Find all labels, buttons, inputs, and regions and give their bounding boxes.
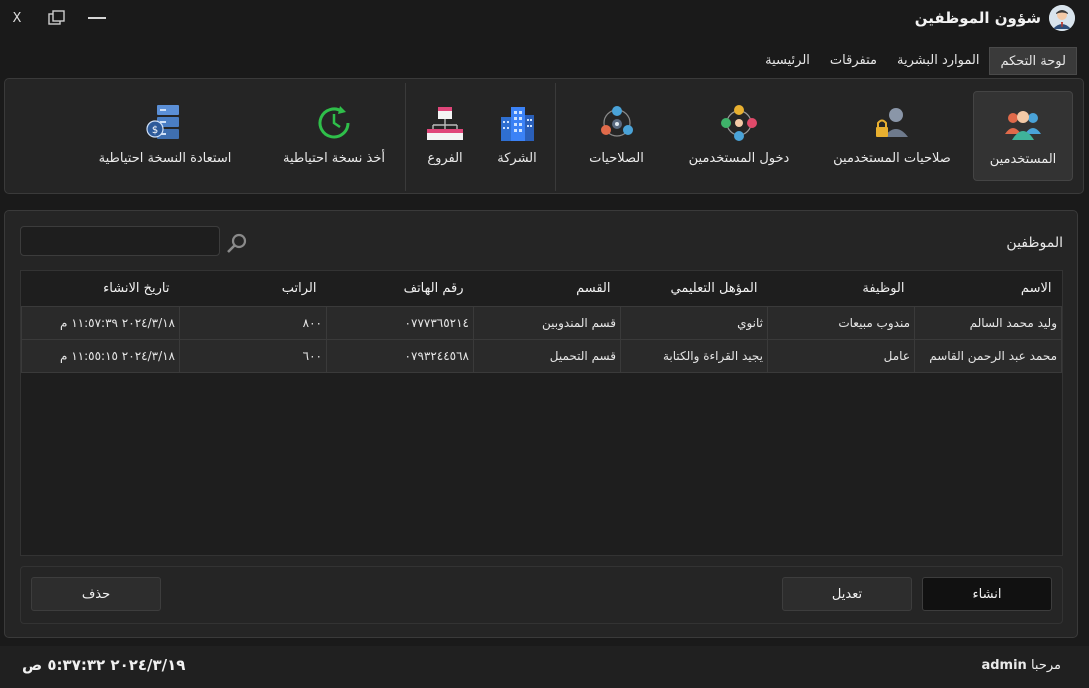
company-label: الشركة — [497, 151, 537, 166]
welcome-label: مرحبا — [1030, 658, 1061, 673]
column-header[interactable]: رقم الهاتف — [326, 271, 474, 306]
close-icon: X — [12, 10, 22, 26]
permissions-button[interactable]: الصلاحيات — [569, 91, 664, 181]
backup-button[interactable]: أخذ نسخة احتياطية — [269, 91, 399, 181]
column-header[interactable]: القسم — [473, 271, 621, 306]
table-header-row: الاسم الوظيفة المؤهل التعليمي القسم رقم … — [21, 271, 1062, 306]
table-row[interactable]: محمد عبد الرحمن القاسم عامل يجيد القراءة… — [21, 338, 1062, 373]
ribbon-separator — [555, 83, 556, 191]
backup-label: أخذ نسخة احتياطية — [282, 151, 385, 166]
delete-button[interactable]: حذف — [31, 577, 161, 611]
restore-backup-button[interactable]: $ استعادة النسخة احتياطية — [85, 91, 245, 181]
close-button[interactable]: X — [2, 6, 32, 30]
user-permissions-label: صلاحيات المستخدمين — [833, 151, 951, 166]
svg-text:$: $ — [152, 125, 158, 136]
table-cell[interactable]: محمد عبد الرحمن القاسم — [914, 338, 1062, 373]
table-cell[interactable]: ثانوي — [620, 305, 768, 340]
restore-icon — [48, 10, 65, 25]
welcome-text: مرحبا admin — [981, 658, 1061, 673]
employees-panel: الموظفين الاسم الوظيفة المؤهل التعليمي ا… — [4, 210, 1078, 638]
user-lock-icon — [876, 108, 908, 137]
table-cell[interactable]: ٠٧٩٣٢٤٤٥٦٨ — [326, 338, 474, 373]
table-cell[interactable]: مندوب مبيعات — [767, 305, 915, 340]
table-cell[interactable]: قسم المندوبين — [473, 305, 621, 340]
restore-button[interactable] — [42, 6, 72, 30]
table-cell[interactable]: ٠٧٧٧٣٦٥٢١٤ — [326, 305, 474, 340]
status-bar: مرحبا admin ٢٠٢٤/٣/١٩ ٥:٣٧:٣٢ ص — [0, 646, 1089, 688]
search-input[interactable] — [20, 226, 220, 256]
table-cell[interactable]: ٨٠٠ — [179, 305, 327, 340]
column-header[interactable]: تاريخ الانشاء — [21, 271, 180, 306]
app-title: شؤون الموظفين — [914, 9, 1041, 27]
menu-hr[interactable]: الموارد البشرية — [887, 47, 989, 75]
column-header[interactable]: الاسم — [914, 271, 1062, 306]
building-icon — [501, 107, 534, 141]
edit-button[interactable]: تعديل — [782, 577, 912, 611]
database-restore-icon: $ — [146, 105, 179, 139]
branches-button[interactable]: الفروع — [415, 91, 475, 181]
table-cell[interactable]: وليد محمد السالم — [914, 305, 1062, 340]
menu-misc[interactable]: متفرقات — [820, 47, 887, 75]
current-datetime: ٢٠٢٤/٣/١٩ ٥:٣٧:٣٢ ص — [22, 656, 186, 674]
restore-backup-label: استعادة النسخة احتياطية — [98, 151, 232, 166]
column-header[interactable]: الوظيفة — [767, 271, 915, 306]
permissions-label: الصلاحيات — [589, 151, 644, 166]
table-cell[interactable]: يجيد القراءة والكتابة — [620, 338, 768, 373]
ribbon-toolbar: المستخدمين صلاحيات المستخدمين دخول المست… — [4, 78, 1084, 194]
table-cell[interactable]: قسم التحميل — [473, 338, 621, 373]
users-icon — [1005, 111, 1041, 140]
action-bar: انشاء تعديل حذف — [20, 566, 1063, 624]
table-row[interactable]: وليد محمد السالم مندوب مبيعات ثانوي قسم … — [21, 305, 1062, 340]
app-avatar-icon — [1049, 5, 1075, 31]
user-permissions-button[interactable]: صلاحيات المستخدمين — [817, 91, 967, 181]
users-label: المستخدمين — [989, 152, 1057, 167]
company-button[interactable]: الشركة — [487, 91, 547, 181]
title-bar: X شؤون الموظفين — [0, 0, 1089, 38]
table-cell[interactable]: ٢٠٢٤/٣/١٨ ١١:٥٥:١٥ م — [21, 338, 180, 373]
employees-table: الاسم الوظيفة المؤهل التعليمي القسم رقم … — [20, 270, 1063, 556]
search-icon[interactable] — [225, 231, 249, 255]
user-login-button[interactable]: دخول المستخدمين — [669, 91, 809, 181]
menu-control-panel[interactable]: لوحة التحكم — [989, 47, 1077, 75]
column-header[interactable]: المؤهل التعليمي — [620, 271, 768, 306]
ribbon-separator — [405, 83, 406, 191]
column-header[interactable]: الراتب — [179, 271, 327, 306]
permissions-icon — [600, 106, 633, 137]
section-title: الموظفين — [1006, 235, 1063, 251]
table-cell[interactable]: عامل — [767, 338, 915, 373]
user-login-label: دخول المستخدمين — [688, 151, 790, 166]
branches-icon — [427, 107, 463, 140]
menu-bar: الرئيسية متفرقات الموارد البشرية لوحة ال… — [755, 47, 1077, 75]
minimize-button[interactable] — [82, 6, 112, 30]
table-cell[interactable]: ٢٠٢٤/٣/١٨ ١١:٥٧:٣٩ م — [21, 305, 180, 340]
menu-home[interactable]: الرئيسية — [755, 47, 820, 75]
users-button[interactable]: المستخدمين — [973, 91, 1073, 181]
user-network-icon — [721, 105, 757, 141]
current-user: admin — [981, 658, 1027, 673]
minimize-icon — [88, 17, 106, 19]
backup-clock-icon — [318, 106, 350, 139]
table-cell[interactable]: ٦٠٠ — [179, 338, 327, 373]
create-button[interactable]: انشاء — [922, 577, 1052, 611]
branches-label: الفروع — [427, 151, 463, 166]
